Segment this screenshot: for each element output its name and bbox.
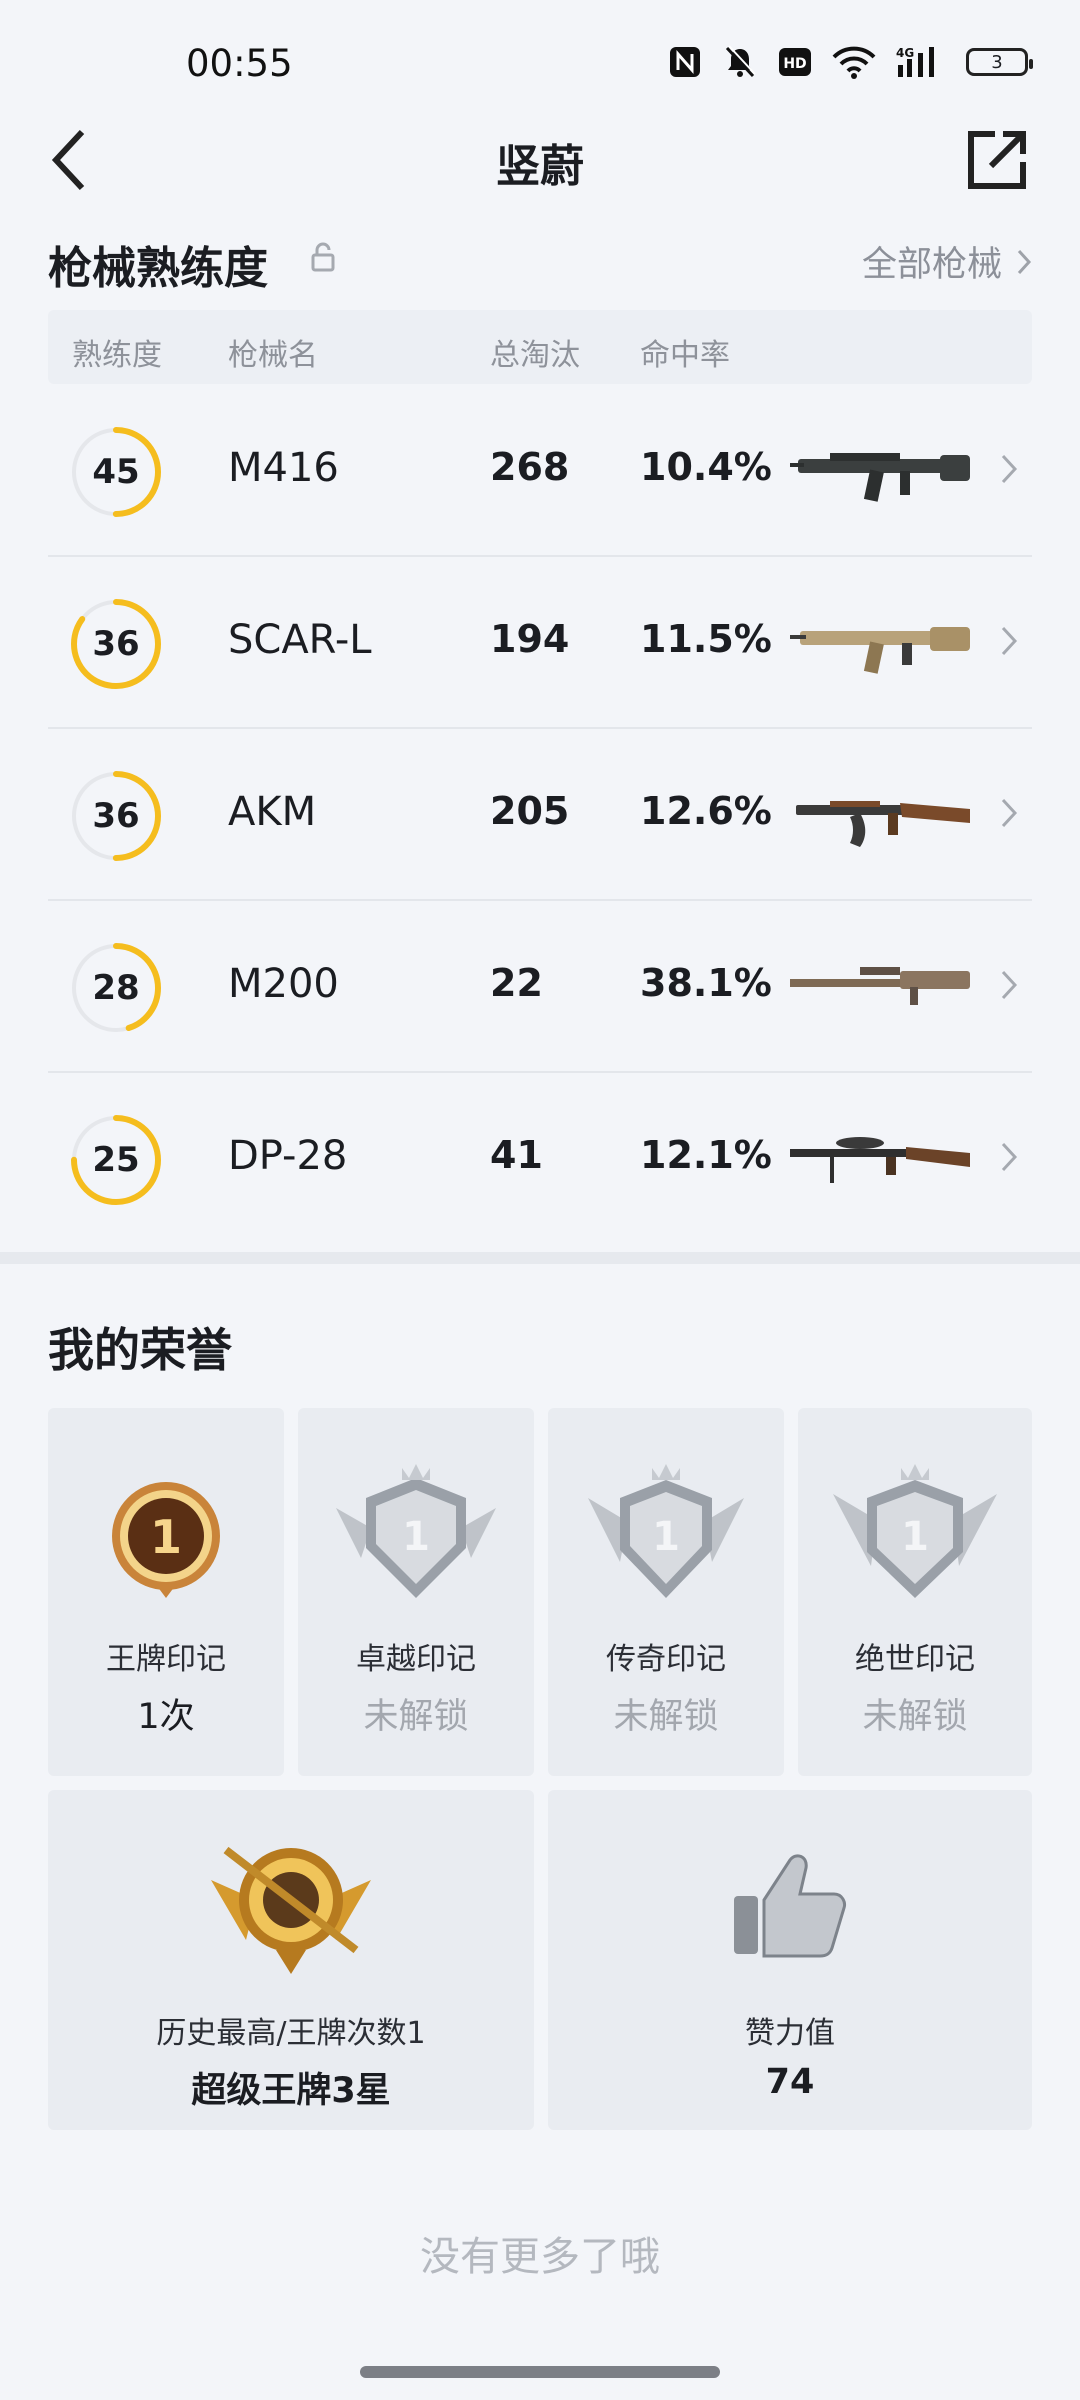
ace-mark-gold-medal-icon: 1 — [112, 1482, 220, 1598]
chevron-right-icon — [1001, 454, 1018, 484]
weapon-kills: 22 — [490, 961, 543, 1005]
weapon-accuracy: 10.4% — [640, 445, 772, 489]
honor-card-legend[interactable]: 1 传奇印记 未解锁 — [548, 1408, 784, 1776]
honor-value: 未解锁 — [613, 1697, 719, 1737]
best-rank-label: 历史最高/王牌次数1 — [156, 2016, 426, 2051]
section-divider — [0, 1252, 1080, 1264]
header-name: 枪械名 — [228, 338, 318, 373]
honor-card-best-rank[interactable]: 历史最高/王牌次数1 超级王牌3星 — [48, 1790, 534, 2130]
weapon-row[interactable]: 45 M416 268 10.4% — [48, 385, 1032, 557]
weapon-row[interactable]: 25 DP-28 41 12.1% — [48, 1073, 1032, 1243]
weapon-name: M200 — [228, 961, 339, 1007]
peerless-mark-medal-icon: 1 — [833, 1464, 997, 1598]
chevron-right-icon — [1001, 1142, 1018, 1172]
share-button[interactable] — [962, 120, 1032, 200]
weapon-accuracy: 12.1% — [640, 1133, 772, 1177]
lock-icon[interactable] — [310, 242, 336, 272]
proficiency-level: 25 — [92, 1140, 140, 1180]
weapon-kills: 41 — [490, 1133, 543, 1177]
hd-icon: HD — [779, 48, 811, 76]
super-ace-rank-badge-icon — [211, 1846, 371, 1974]
no-more-text: 没有更多了哦 — [420, 2234, 660, 2280]
svg-text:1: 1 — [150, 1510, 182, 1564]
likes-value: 74 — [765, 2062, 815, 2102]
status-time: 00:55 — [186, 42, 293, 85]
weapon-section-header: 枪械熟练度 全部枪械 — [48, 228, 1032, 294]
battery-icon: 3 — [966, 48, 1033, 76]
best-rank-value: 超级王牌3星 — [191, 2071, 391, 2111]
weapon-accuracy: 12.6% — [640, 789, 772, 833]
honor-label: 绝世印记 — [855, 1642, 975, 1677]
proficiency-level: 36 — [92, 796, 140, 836]
honor-card-likes[interactable]: 赞力值 74 — [548, 1790, 1032, 2130]
weapon-section-title: 枪械熟练度 — [48, 243, 268, 294]
svg-text:1: 1 — [901, 1514, 929, 1560]
share-icon — [968, 131, 1026, 189]
chevron-right-icon — [1001, 970, 1018, 1000]
m200-sniper-icon — [790, 967, 970, 1005]
svg-text:4G: 4G — [896, 46, 914, 60]
honor-card-peerless[interactable]: 1 绝世印记 未解锁 — [798, 1408, 1032, 1776]
wifi-icon — [832, 46, 876, 79]
weapon-row[interactable]: 36 AKM 205 12.6% — [48, 729, 1032, 901]
mute-bell-icon — [725, 45, 756, 78]
weapon-name: SCAR-L — [228, 617, 372, 663]
weapon-name: DP-28 — [228, 1133, 348, 1179]
weapon-accuracy: 38.1% — [640, 961, 772, 1005]
svg-text:1: 1 — [652, 1514, 680, 1560]
proficiency-level: 45 — [92, 452, 140, 492]
header-accuracy: 命中率 — [640, 338, 730, 373]
all-weapons-label: 全部枪械 — [861, 245, 1002, 285]
nfc-icon — [670, 47, 700, 77]
weapon-name: AKM — [228, 789, 317, 835]
all-weapons-link[interactable]: 全部枪械 — [862, 236, 1032, 287]
weapon-row[interactable]: 36 SCAR-L 194 11.5% — [48, 557, 1032, 729]
honor-card-excellence[interactable]: 1 卓越印记 未解锁 — [298, 1408, 534, 1776]
battery-level: 3 — [991, 51, 1003, 73]
chevron-right-icon — [1001, 626, 1018, 656]
nav-bar: 竖蔚 — [0, 120, 1080, 230]
chevron-right-icon — [1017, 249, 1032, 274]
m416-rifle-icon — [790, 453, 970, 502]
likes-label: 赞力值 — [745, 2016, 835, 2051]
dp28-lmg-icon — [790, 1137, 970, 1183]
proficiency-level: 36 — [92, 624, 140, 664]
svg-text:1: 1 — [402, 1514, 430, 1560]
proficiency-level: 28 — [92, 968, 140, 1008]
svg-text:HD: HD — [783, 56, 806, 72]
weapon-kills: 205 — [490, 789, 570, 833]
weapon-kills: 194 — [490, 617, 570, 661]
thumbs-up-icon — [734, 1854, 846, 1958]
honor-card-ace[interactable]: 1 王牌印记 1次 — [48, 1408, 284, 1776]
chevron-right-icon — [1001, 798, 1018, 828]
weapon-row[interactable]: 28 M200 22 38.1% — [48, 901, 1032, 1073]
home-indicator[interactable] — [360, 2366, 720, 2378]
page-title: 竖蔚 — [496, 141, 584, 192]
akm-rifle-icon — [796, 801, 970, 847]
honor-label: 卓越印记 — [356, 1642, 476, 1677]
excellence-mark-medal-icon: 1 — [336, 1464, 496, 1598]
weapon-kills: 268 — [490, 445, 570, 489]
weapon-accuracy: 11.5% — [640, 617, 772, 661]
header-kills: 总淘汰 — [490, 338, 580, 373]
legend-mark-medal-icon: 1 — [588, 1464, 744, 1598]
honor-label: 传奇印记 — [606, 1642, 726, 1677]
weapon-table: 45 M416 268 10.4% 36 SCAR-L 194 11.5% 36 AKM 205 12… — [48, 385, 1032, 1243]
signal-4g-icon: 4G — [896, 46, 934, 77]
status-bar: 00:55 HD 4G 3 — [0, 0, 1080, 130]
weapon-table-header: 熟练度 枪械名 总淘汰 命中率 — [48, 310, 1032, 384]
scar-l-rifle-icon — [790, 627, 970, 674]
header-level: 熟练度 — [72, 338, 162, 373]
honor-value: 未解锁 — [363, 1697, 469, 1737]
honor-label: 王牌印记 — [106, 1642, 226, 1677]
honor-value: 未解锁 — [862, 1697, 968, 1737]
weapon-name: M416 — [228, 445, 339, 491]
honor-value: 1次 — [137, 1697, 195, 1737]
honor-section-title: 我的荣誉 — [48, 1323, 232, 1377]
